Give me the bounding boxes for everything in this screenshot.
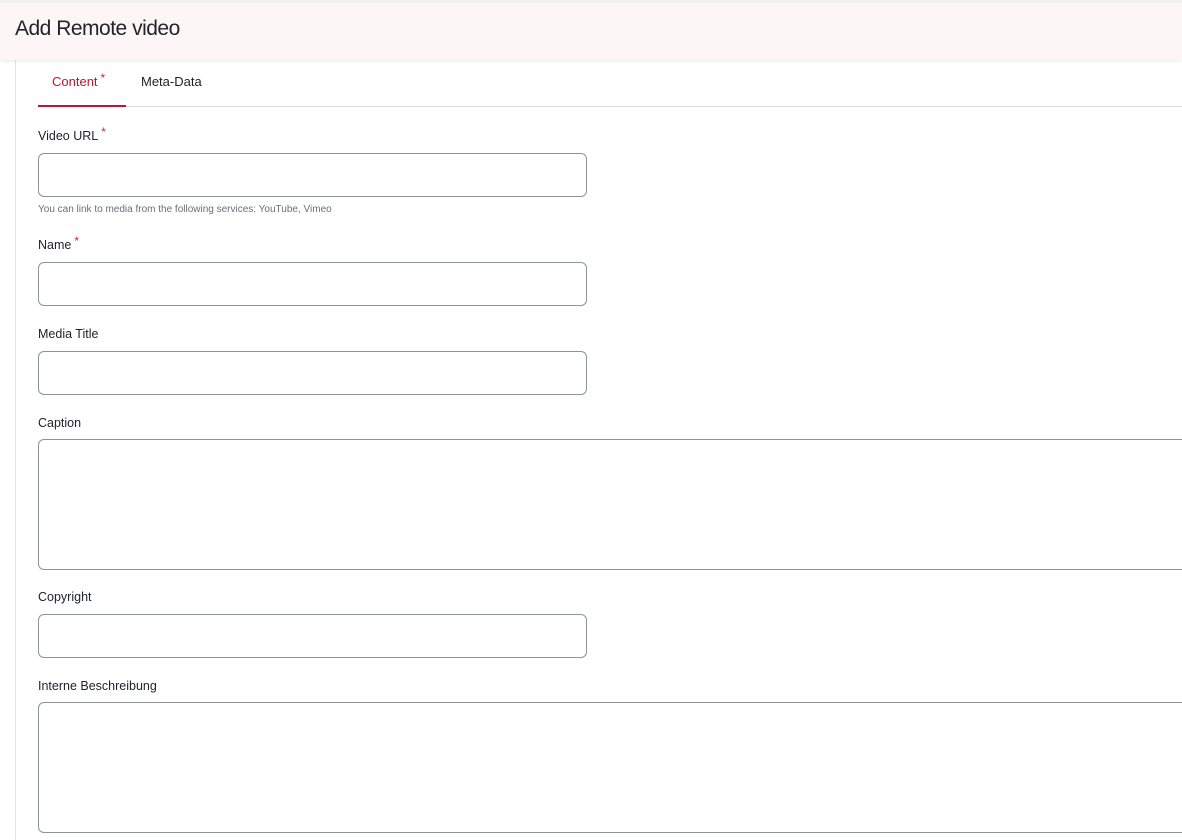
video-url-label-text: Video URL [38,129,99,143]
tab-bar: Content * Meta-Data [38,60,1182,107]
tab-meta-data-label: Meta-Data [141,74,202,89]
caption-label: Caption [38,416,82,430]
required-marker: * [100,71,106,85]
name-label-text: Name [38,238,72,252]
copyright-input[interactable] [38,614,587,658]
media-title-input[interactable] [38,351,587,395]
video-url-label: Video URL * [38,125,106,143]
form-panel: Content * Meta-Data Video URL * You can li… [15,60,1182,840]
caption-textarea[interactable] [38,439,1182,570]
page-title: Add Remote video [15,17,180,40]
name-label: Name * [38,234,79,252]
required-marker: * [74,234,80,248]
required-marker: * [101,125,106,139]
tab-meta-data[interactable]: Meta-Data [141,74,202,107]
video-url-input[interactable] [38,153,587,197]
copyright-label: Copyright [38,590,92,604]
media-title-label: Media Title [38,327,99,341]
tab-content[interactable]: Content * [38,71,126,107]
video-url-help-text: You can link to media from the following… [38,204,332,215]
tab-content-label: Content [52,74,98,89]
internal-description-textarea[interactable] [38,702,1182,833]
page-header: Add Remote video [0,0,1182,60]
internal-description-label: Interne Beschreibung [38,679,157,693]
name-input[interactable] [38,262,587,306]
